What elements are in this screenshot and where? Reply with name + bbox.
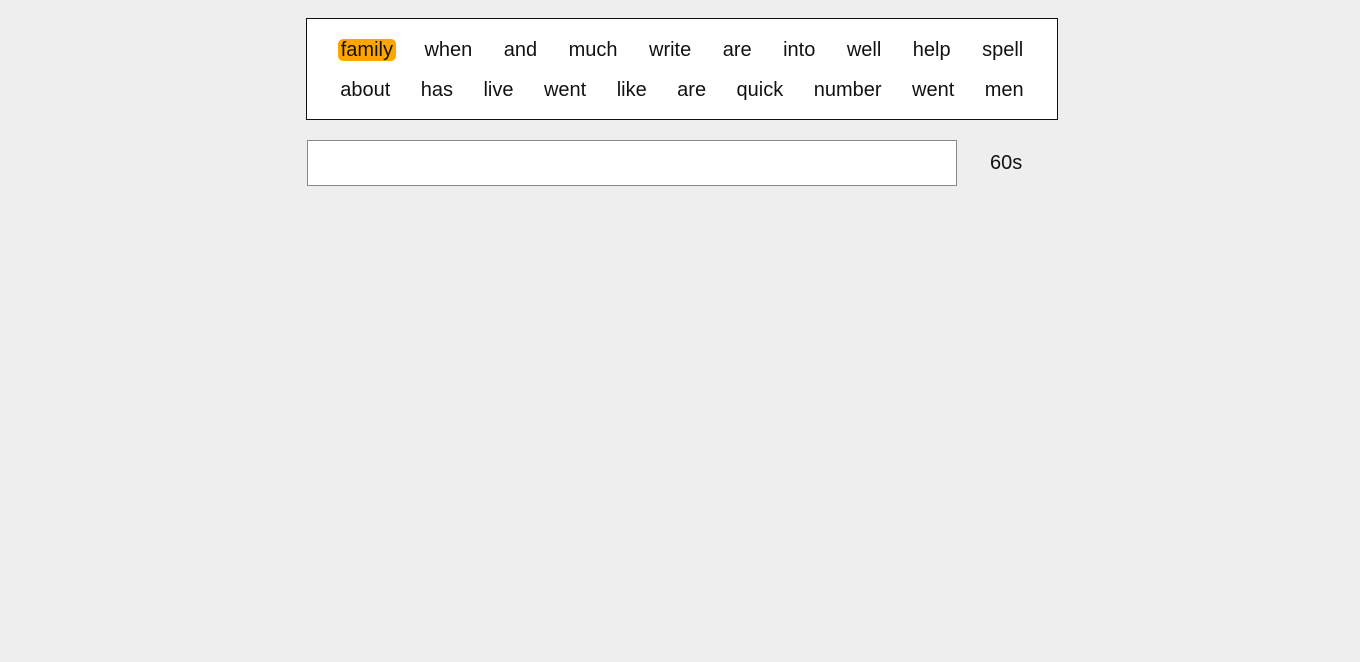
word: are: [722, 39, 752, 61]
word: and: [503, 39, 538, 61]
word-row-1: family when and much write are into well…: [307, 30, 1057, 70]
word: has: [420, 79, 454, 101]
word: live: [483, 79, 514, 101]
word: went: [543, 79, 587, 101]
word: well: [846, 39, 882, 61]
word: help: [912, 39, 951, 61]
word: number: [813, 79, 882, 101]
word-display-box: family when and much write are into well…: [306, 18, 1058, 120]
word-row-2: about has live went like are quick numbe…: [307, 70, 1057, 110]
word: about: [340, 79, 391, 101]
word: when: [424, 39, 473, 61]
input-row: 60s: [306, 140, 1058, 186]
word: into: [783, 39, 816, 61]
word: are: [677, 79, 707, 101]
word: quick: [736, 79, 784, 101]
word: went: [912, 79, 955, 101]
countdown-timer: 60s: [990, 152, 1023, 174]
typing-test-app: family when and much write are into well…: [306, 18, 1058, 186]
word-current: family: [337, 39, 396, 61]
word: men: [984, 79, 1024, 101]
word: like: [616, 79, 647, 101]
typing-input[interactable]: [307, 140, 957, 186]
word: write: [649, 39, 692, 61]
word: much: [568, 39, 618, 61]
word: spell: [982, 39, 1024, 61]
